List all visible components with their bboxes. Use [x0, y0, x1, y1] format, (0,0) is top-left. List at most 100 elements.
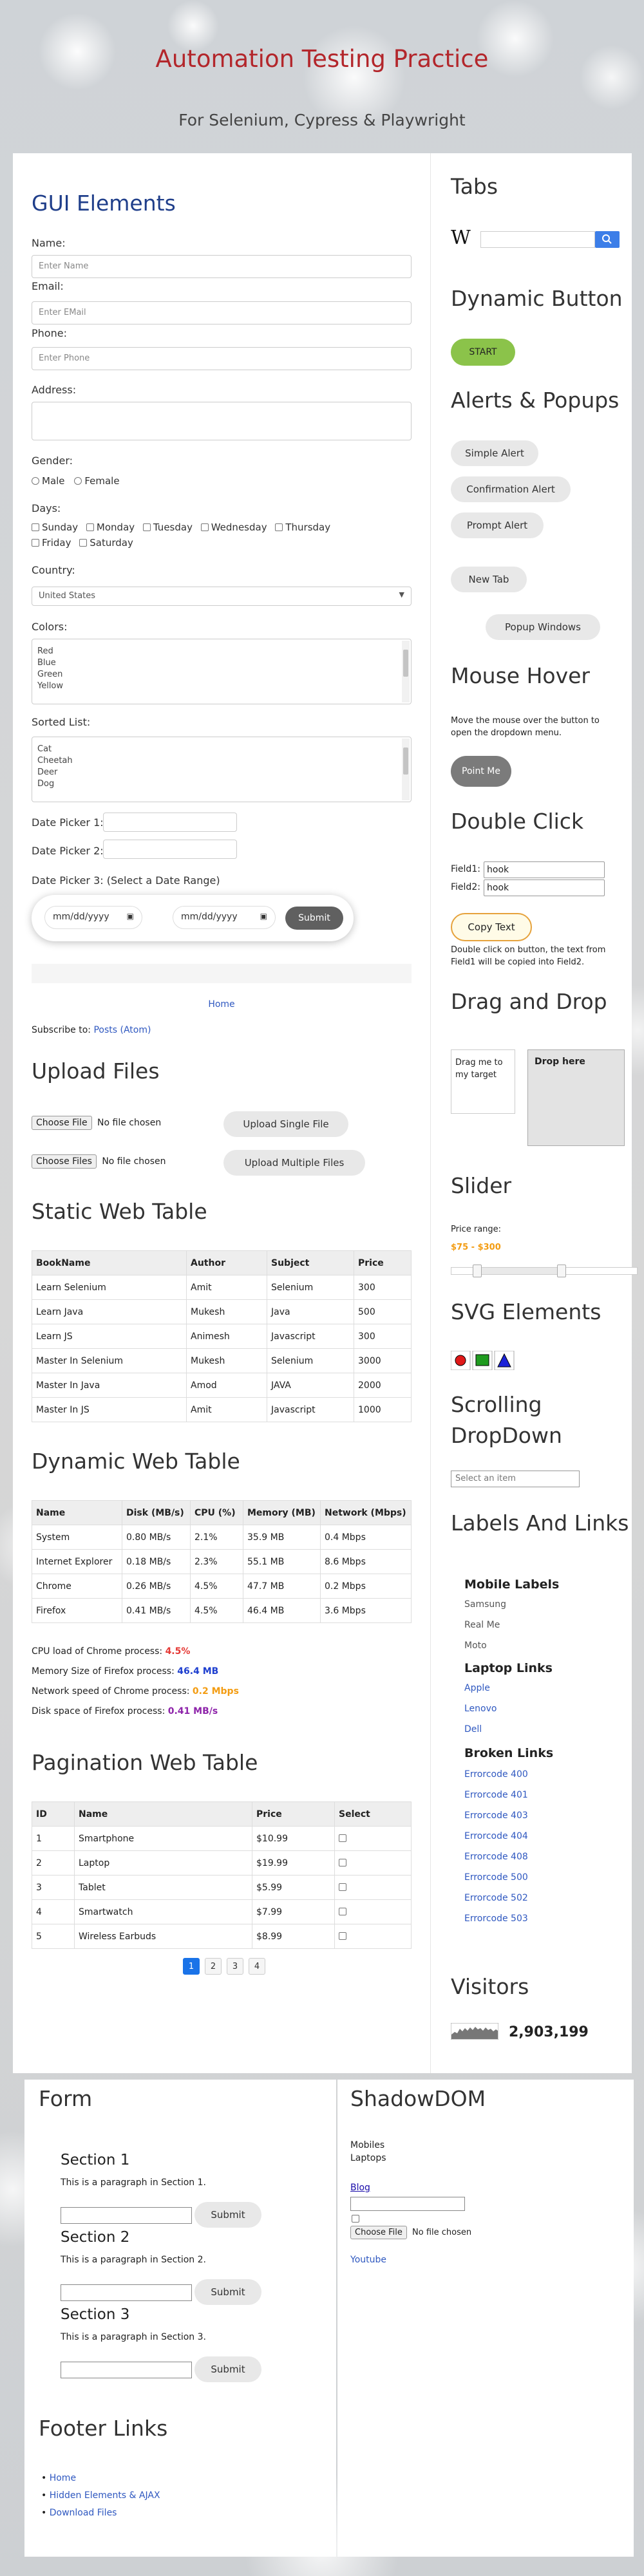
address-textarea[interactable]: [32, 402, 412, 440]
upload-single-file-button[interactable]: Upload Single File: [223, 1111, 348, 1137]
animal-option[interactable]: Deer: [37, 767, 406, 778]
row-select-checkbox[interactable]: [339, 1883, 346, 1891]
tuesday-checkbox[interactable]: [142, 523, 151, 531]
date-picker-1-input[interactable]: [103, 813, 237, 832]
sorted-scrollbar[interactable]: [402, 738, 410, 800]
row-select-checkbox[interactable]: [339, 1907, 346, 1915]
droppable-box[interactable]: Drop here: [527, 1049, 625, 1146]
draggable-box[interactable]: Drag me to my target: [451, 1049, 515, 1114]
laptop-link[interactable]: Lenovo: [464, 1704, 497, 1724]
shadow-choose-file-button[interactable]: Choose File: [350, 2226, 407, 2239]
row-select-checkbox[interactable]: [339, 1932, 346, 1940]
page-button-2[interactable]: 2: [205, 1958, 222, 1975]
color-option[interactable]: Green: [37, 669, 406, 681]
shadow-text-input[interactable]: [350, 2197, 465, 2211]
section-2-submit-button[interactable]: Submit: [194, 2279, 261, 2305]
point-me-button[interactable]: Point Me: [451, 756, 511, 787]
colors-scrollbar[interactable]: [402, 641, 410, 702]
end-date-input[interactable]: mm/dd/yyyy ▣: [173, 906, 276, 929]
country-select[interactable]: United States ▼: [32, 587, 412, 606]
colors-listbox[interactable]: Red Blue Green Yellow: [32, 639, 412, 704]
prompt-alert-button[interactable]: Prompt Alert: [451, 512, 544, 538]
page-button-4[interactable]: 4: [249, 1958, 265, 1975]
home-link[interactable]: Home: [32, 999, 412, 1010]
name-input[interactable]: Enter Name: [32, 255, 412, 278]
price-range-value: $75 - $300: [451, 1243, 501, 1252]
section-2-input[interactable]: [61, 2284, 192, 2301]
new-tab-button[interactable]: New Tab: [451, 567, 527, 592]
shadow-file-input[interactable]: Choose File No file chosen: [350, 2226, 471, 2239]
color-option[interactable]: Yellow: [37, 681, 406, 692]
broken-link[interactable]: Errorcode 401: [464, 1790, 528, 1810]
start-button[interactable]: START: [451, 339, 515, 366]
choose-file-button[interactable]: Choose File: [32, 1116, 92, 1130]
visitor-count: 2,903,199: [509, 2024, 589, 2040]
animal-option[interactable]: Dog: [37, 778, 406, 790]
site-subtitle: For Selenium, Cypress & Playwright: [178, 111, 466, 129]
slider-handle-min[interactable]: [473, 1264, 482, 1277]
posts-atom-link[interactable]: Posts (Atom): [93, 1025, 151, 1035]
phone-input[interactable]: Enter Phone: [32, 347, 412, 370]
broken-link[interactable]: Errorcode 400: [464, 1769, 528, 1790]
footer-link-download-files[interactable]: Download Files: [50, 2508, 117, 2518]
simple-alert-button[interactable]: Simple Alert: [451, 440, 538, 466]
thursday-checkbox[interactable]: [275, 523, 283, 531]
field2-input[interactable]: hook: [484, 879, 605, 896]
start-date-input[interactable]: mm/dd/yyyy ▣: [44, 906, 142, 929]
section-3-input[interactable]: [61, 2362, 192, 2378]
table-cell: 0.26 MB/s: [122, 1574, 191, 1599]
broken-link[interactable]: Errorcode 403: [464, 1810, 528, 1831]
table-cell: Learn Selenium: [32, 1275, 187, 1300]
sorted-listbox[interactable]: Cat Cheetah Deer Dog: [32, 737, 412, 802]
footer-link-home[interactable]: Home: [50, 2473, 76, 2483]
laptop-link[interactable]: Apple: [464, 1683, 497, 1704]
animal-option[interactable]: Cat: [37, 744, 406, 755]
copy-text-button[interactable]: Copy Text: [451, 913, 532, 941]
color-option[interactable]: Red: [37, 646, 406, 657]
wikipedia-search-button[interactable]: [595, 231, 620, 248]
shadow-checkbox[interactable]: [352, 2215, 359, 2223]
section-3-submit-button[interactable]: Submit: [194, 2356, 261, 2382]
date-range-submit-button[interactable]: Submit: [285, 907, 343, 930]
color-option[interactable]: Blue: [37, 657, 406, 669]
section-1-submit-button[interactable]: Submit: [194, 2202, 261, 2228]
broken-link[interactable]: Errorcode 503: [464, 1913, 528, 1934]
section-1-input[interactable]: [61, 2207, 192, 2224]
male-radio[interactable]: [32, 477, 39, 485]
upload-multiple-files-button[interactable]: Upload Multiple Files: [223, 1150, 365, 1176]
saturday-checkbox[interactable]: [79, 539, 88, 547]
shadow-blog-link[interactable]: Blog: [350, 2183, 370, 2193]
confirmation-alert-button[interactable]: Confirmation Alert: [451, 476, 571, 502]
footer-link-hidden-elements[interactable]: Hidden Elements & AJAX: [50, 2490, 160, 2501]
footer-links-title: Footer Links: [39, 2416, 168, 2441]
row-select-checkbox[interactable]: [339, 1858, 346, 1866]
single-file-input[interactable]: Choose File No file chosen: [32, 1116, 161, 1130]
broken-link[interactable]: Errorcode 502: [464, 1893, 528, 1913]
broken-link[interactable]: Errorcode 404: [464, 1831, 528, 1852]
wednesday-checkbox[interactable]: [200, 523, 209, 531]
scrolling-dropdown-input[interactable]: Select an item: [451, 1471, 580, 1487]
monday-checkbox[interactable]: [86, 523, 94, 531]
popup-windows-button[interactable]: Popup Windows: [486, 614, 600, 640]
broken-link[interactable]: Errorcode 408: [464, 1852, 528, 1872]
email-input[interactable]: Enter EMail: [32, 301, 412, 324]
page-button-3[interactable]: 3: [227, 1958, 243, 1975]
table-cell: $10.99: [252, 1826, 335, 1851]
table-cell: Mukesh: [186, 1299, 267, 1324]
friday-checkbox[interactable]: [32, 539, 39, 547]
row-select-checkbox[interactable]: [339, 1834, 346, 1842]
page-button-1[interactable]: 1: [183, 1958, 200, 1975]
wikipedia-search-input[interactable]: [480, 231, 595, 248]
shadow-youtube-link[interactable]: Youtube: [350, 2255, 386, 2265]
female-radio[interactable]: [74, 477, 82, 485]
date-picker-2-input[interactable]: [103, 840, 237, 859]
sunday-checkbox[interactable]: [32, 523, 39, 531]
broken-link[interactable]: Errorcode 500: [464, 1872, 528, 1893]
mobile-labels-list: Samsung Real Me Moto: [464, 1599, 506, 1661]
field1-input[interactable]: hook: [484, 861, 605, 878]
multiple-file-input[interactable]: Choose Files No file chosen: [32, 1154, 166, 1169]
laptop-link[interactable]: Dell: [464, 1724, 497, 1745]
animal-option[interactable]: Cheetah: [37, 755, 406, 767]
choose-files-button[interactable]: Choose Files: [32, 1154, 97, 1169]
slider-handle-max[interactable]: [557, 1264, 566, 1277]
